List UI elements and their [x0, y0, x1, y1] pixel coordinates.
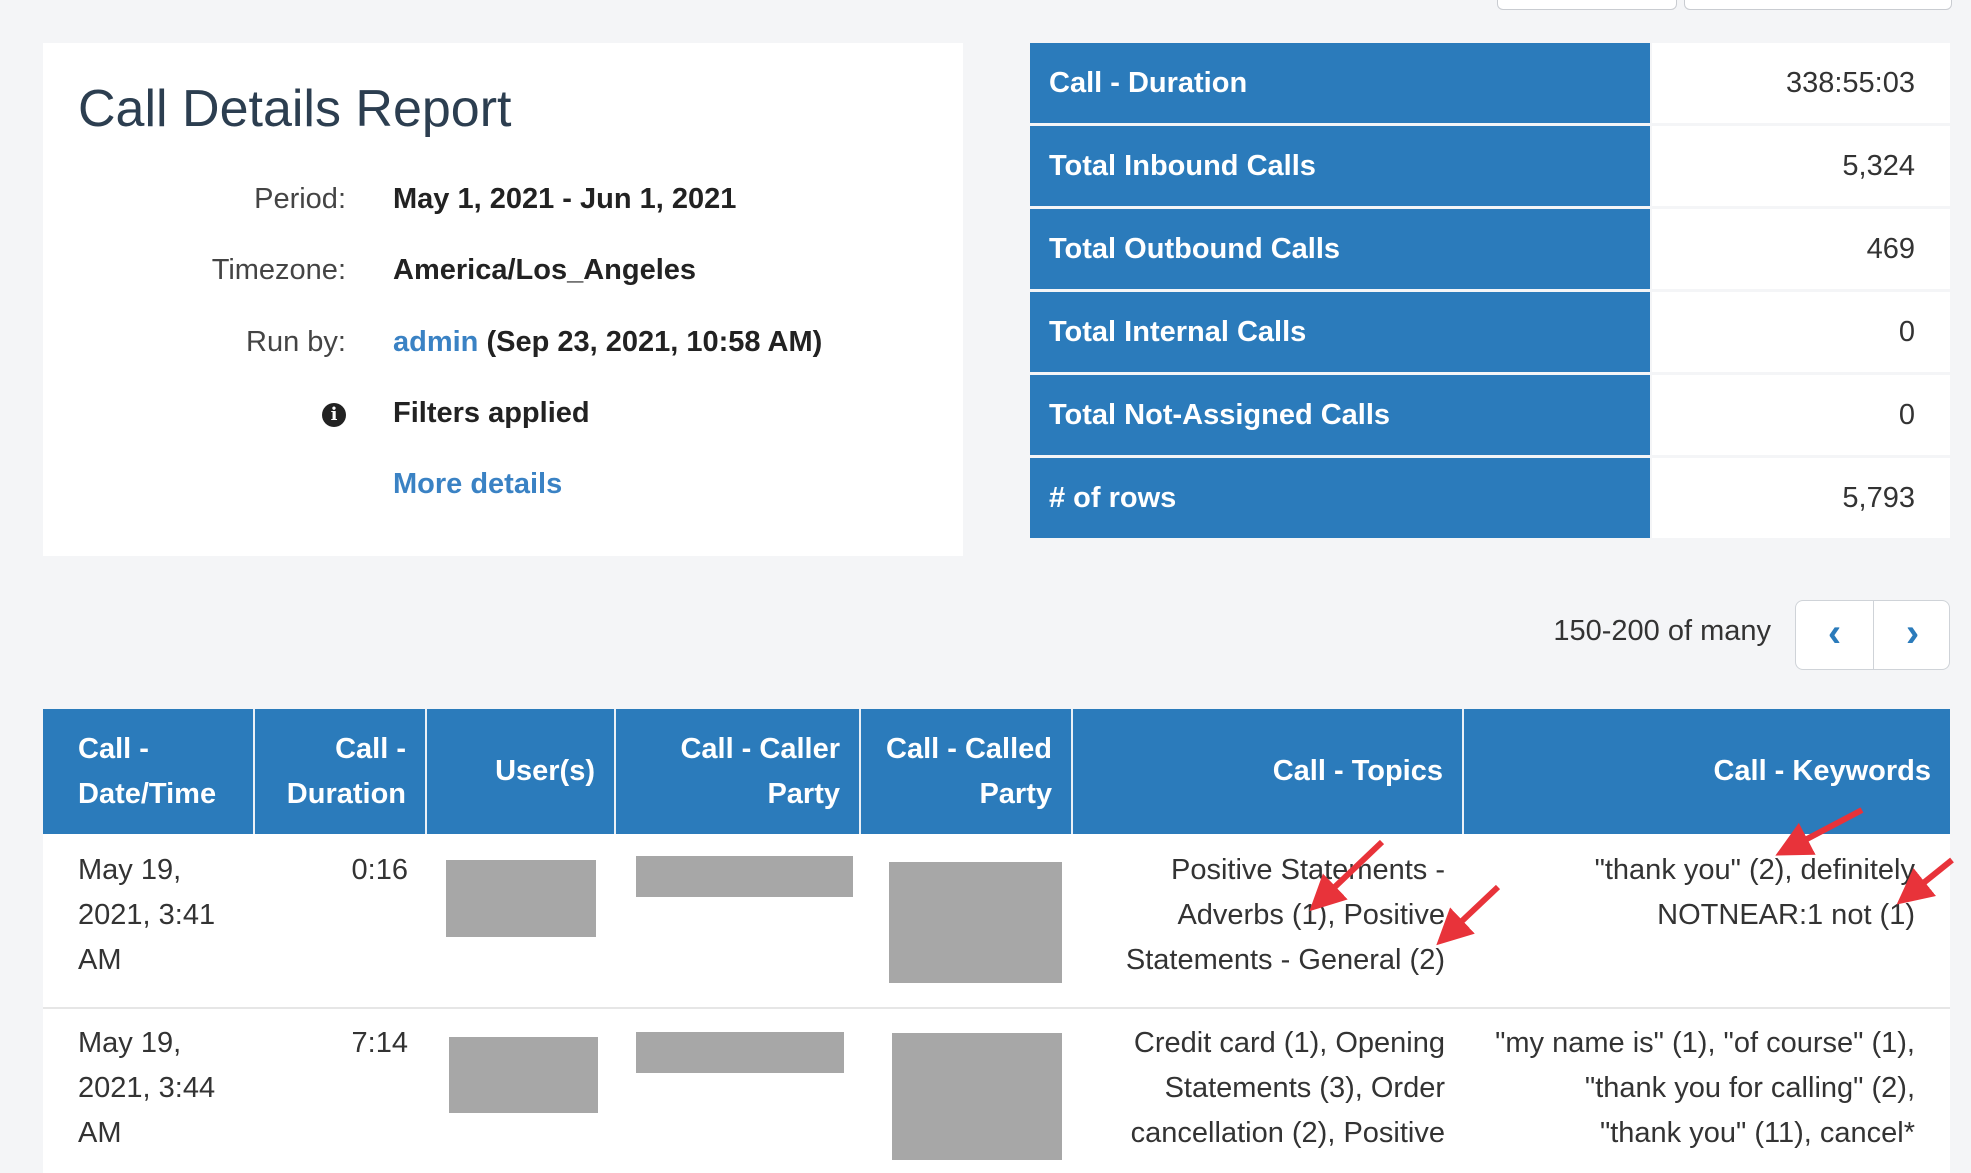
- cell-datetime: May 19, 2021, 3:41 AM: [78, 854, 216, 976]
- redacted-called-party: [889, 862, 1062, 983]
- summary-row: Total Inbound Calls 5,324: [1030, 126, 1950, 206]
- period-row: Period: May 1, 2021 - Jun 1, 2021: [43, 183, 963, 223]
- summary-value: 469: [1652, 209, 1950, 289]
- runby-user-link[interactable]: admin: [393, 326, 478, 358]
- timezone-label: Timezone:: [211, 254, 346, 286]
- chevron-right-icon[interactable]: ›: [1874, 601, 1951, 669]
- summary-value: 338:55:03: [1652, 43, 1950, 123]
- cell-topics: Positive Statements - Adverbs (1), Posit…: [1125, 854, 1445, 976]
- column-header-caller-party[interactable]: Call - Caller Party: [616, 709, 861, 834]
- column-header-duration[interactable]: Call - Duration: [255, 709, 427, 834]
- summary-label: Total Inbound Calls: [1030, 126, 1650, 206]
- runby-value: admin (Sep 23, 2021, 10:58 AM): [393, 326, 822, 359]
- chevron-left-icon[interactable]: ‹: [1796, 601, 1874, 669]
- cell-keywords: "thank you" (2), definitely NOTNEAR:1 no…: [1594, 854, 1915, 931]
- table-row[interactable]: May 19, 2021, 3:44 AM 7:14 Credit card (…: [43, 1009, 1950, 1173]
- runby-time: (Sep 23, 2021, 10:58 AM): [486, 326, 823, 358]
- redacted-caller-party: [636, 1032, 844, 1073]
- column-header-called-party[interactable]: Call - Called Party: [861, 709, 1073, 834]
- cell-datetime: May 19, 2021, 3:44 AM: [78, 1027, 216, 1149]
- top-toolbar-button[interactable]: [1497, 0, 1677, 10]
- table-row[interactable]: May 19, 2021, 3:41 AM 0:16 Positive Stat…: [43, 834, 1950, 1007]
- pagination-info: 150-200 of many: [1553, 615, 1771, 647]
- summary-value: 0: [1652, 292, 1950, 372]
- redacted-called-party: [892, 1033, 1062, 1160]
- summary-row: Call - Duration 338:55:03: [1030, 43, 1950, 123]
- summary-row: Total Internal Calls 0: [1030, 292, 1950, 372]
- summary-value: 5,324: [1652, 126, 1950, 206]
- column-header-topics[interactable]: Call - Topics: [1073, 709, 1464, 834]
- filters-row: i Filters applied: [43, 397, 963, 437]
- redacted-users: [446, 860, 596, 937]
- runby-label: Run by:: [246, 326, 346, 358]
- column-header-users[interactable]: User(s): [427, 709, 616, 834]
- more-details-link[interactable]: More details: [393, 468, 562, 501]
- redacted-users: [449, 1037, 598, 1113]
- row-divider: [43, 1007, 1950, 1009]
- runby-row: Run by: admin (Sep 23, 2021, 10:58 AM): [43, 326, 963, 366]
- summary-value: 5,793: [1652, 458, 1950, 538]
- period-value: May 1, 2021 - Jun 1, 2021: [393, 183, 737, 215]
- cell-keywords: "my name is" (1), "of course" (1), "than…: [1495, 1027, 1915, 1149]
- summary-label: Total Internal Calls: [1030, 292, 1650, 372]
- report-info-card: Call Details Report Period: May 1, 2021 …: [43, 43, 963, 556]
- table-header: Call - Date/Time Call - Duration User(s) C…: [43, 709, 1950, 834]
- top-toolbar-button[interactable]: [1684, 0, 1952, 10]
- info-icon[interactable]: i: [322, 403, 346, 427]
- summary-row: Total Outbound Calls 469: [1030, 209, 1950, 289]
- column-header-datetime[interactable]: Call - Date/Time: [43, 709, 255, 834]
- redacted-caller-party: [636, 856, 853, 897]
- summary-row: Total Not-Assigned Calls 0: [1030, 375, 1950, 455]
- more-details-row: More details: [43, 468, 963, 508]
- summary-row: # of rows 5,793: [1030, 458, 1950, 538]
- cell-duration: 7:14: [351, 1027, 408, 1059]
- summary-value: 0: [1652, 375, 1950, 455]
- summary-label: Call - Duration: [1030, 43, 1650, 123]
- cell-duration: 0:16: [351, 854, 408, 886]
- period-label: Period:: [254, 183, 346, 215]
- summary-label: Total Outbound Calls: [1030, 209, 1650, 289]
- timezone-value: America/Los_Angeles: [393, 254, 697, 286]
- column-header-keywords[interactable]: Call - Keywords: [1464, 709, 1950, 834]
- filters-applied-label: Filters applied: [393, 397, 590, 429]
- pagination-control: ‹ ›: [1795, 600, 1950, 670]
- timezone-row: Timezone: America/Los_Angeles: [43, 254, 963, 294]
- page-title: Call Details Report: [78, 80, 512, 138]
- cell-topics: Credit card (1), Opening Statements (3),…: [1130, 1027, 1445, 1149]
- summary-label: Total Not-Assigned Calls: [1030, 375, 1650, 455]
- summary-label: # of rows: [1030, 458, 1650, 538]
